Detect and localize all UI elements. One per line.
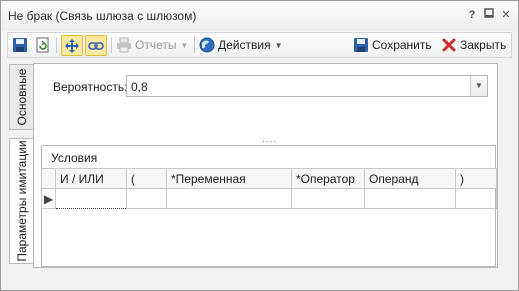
grid-cell[interactable] xyxy=(364,188,456,209)
tab-main[interactable]: Основные xyxy=(9,64,34,130)
column-header[interactable]: *Оператор xyxy=(291,168,365,189)
help-button[interactable]: ? xyxy=(465,8,479,22)
dropdown-button[interactable]: ▼ xyxy=(470,76,487,96)
conditions-title: Условия xyxy=(51,151,98,165)
printer-icon xyxy=(117,37,131,53)
dialog-window: Не брак (Связь шлюза с шлюзом) ? ✕ Отчет… xyxy=(0,0,519,291)
grid-cell[interactable] xyxy=(291,188,365,209)
column-header[interactable]: ) xyxy=(455,168,497,189)
splitter-handle[interactable]: .... xyxy=(262,134,277,145)
expand-icon xyxy=(65,38,79,53)
actions-button[interactable]: Действия ▼ xyxy=(199,35,283,55)
save-button[interactable]: Сохранить xyxy=(353,35,432,55)
close-label: Закрыть xyxy=(460,38,507,52)
column-header[interactable]: Операнд xyxy=(364,168,456,189)
title-bar[interactable]: Не брак (Связь шлюза с шлюзом) ? ✕ xyxy=(1,1,518,31)
floppy-disk-icon xyxy=(13,38,27,52)
probability-value: 0,8 xyxy=(131,80,148,94)
tab-simulation-params-label: Параметры имитации xyxy=(14,140,29,262)
toolbar: Отчеты ▼ Действия ▼ Сохранить Закрыть xyxy=(7,32,512,58)
close-window-button[interactable]: ✕ xyxy=(499,8,513,22)
reports-label: Отчеты xyxy=(135,38,177,52)
grid-cell[interactable] xyxy=(55,188,127,209)
minimize-icon xyxy=(484,8,494,18)
conditions-panel: Условия И / ИЛИ ( *Переменная *Оператор … xyxy=(41,145,497,267)
row-indicator-icon: ▶ xyxy=(41,188,56,209)
reports-button[interactable]: Отчеты ▼ xyxy=(116,35,188,55)
chevron-down-icon: ▼ xyxy=(475,81,483,90)
grid-cell[interactable] xyxy=(126,188,167,209)
probability-combobox[interactable]: 0,8 ▼ xyxy=(126,75,488,97)
grid-cell[interactable] xyxy=(166,188,292,209)
link-toggle[interactable] xyxy=(85,35,107,56)
globe-icon xyxy=(199,37,215,53)
grid-cell[interactable] xyxy=(455,188,497,209)
vertical-tabs: Основные Параметры имитации xyxy=(9,64,34,264)
floppy-disk-icon xyxy=(354,38,368,52)
refresh-icon xyxy=(36,37,49,53)
tab-simulation-params[interactable]: Параметры имитации xyxy=(9,138,34,264)
chevron-down-icon: ▼ xyxy=(180,40,189,50)
refresh-button[interactable] xyxy=(35,35,51,55)
window-title: Не брак (Связь шлюза с шлюзом) xyxy=(8,9,197,23)
column-header[interactable]: И / ИЛИ xyxy=(55,168,127,189)
expand-toggle[interactable] xyxy=(61,35,83,56)
save-icon-button[interactable] xyxy=(12,35,28,55)
actions-label: Действия xyxy=(218,38,271,52)
close-button[interactable]: Закрыть xyxy=(441,35,506,55)
column-header[interactable]: ( xyxy=(126,168,167,189)
save-label: Сохранить xyxy=(372,38,432,52)
column-header[interactable]: *Переменная xyxy=(166,168,292,189)
grid-header-row: И / ИЛИ ( *Переменная *Оператор Операнд … xyxy=(41,168,497,189)
tab-main-label: Основные xyxy=(14,68,29,126)
chevron-down-icon: ▼ xyxy=(274,40,283,50)
link-icon xyxy=(88,41,104,50)
red-x-icon xyxy=(442,38,456,52)
minimize-button[interactable] xyxy=(482,8,496,22)
tab-content: Вероятность: 0,8 ▼ .... Условия И / ИЛИ … xyxy=(33,63,498,268)
row-indicator-header xyxy=(41,168,56,189)
probability-label: Вероятность: xyxy=(53,80,128,94)
table-row[interactable]: ▶ xyxy=(41,188,497,209)
conditions-grid: И / ИЛИ ( *Переменная *Оператор Операнд … xyxy=(41,168,497,209)
